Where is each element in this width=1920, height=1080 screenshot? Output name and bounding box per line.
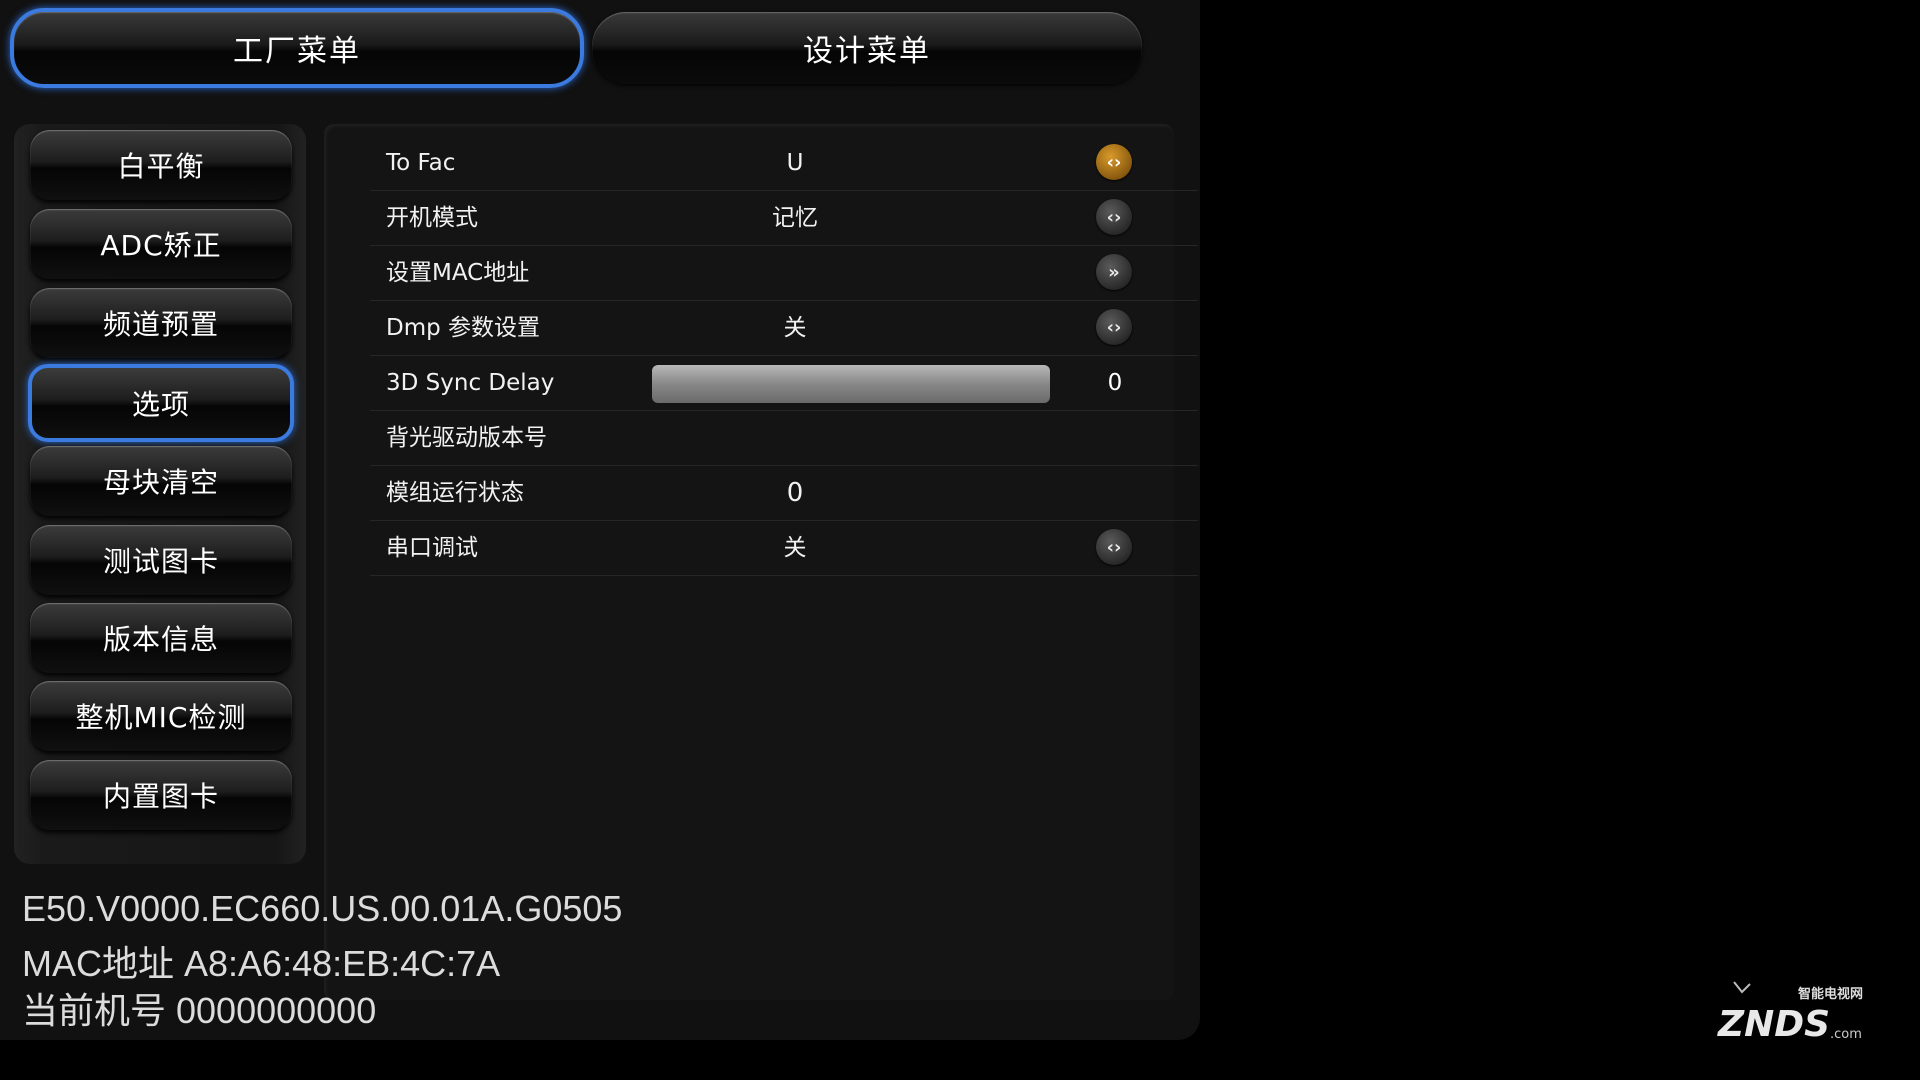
option-row-serial-debug[interactable]: 串口调试 关 ‹› — [370, 521, 1198, 576]
sidebar-item-white-balance[interactable]: 白平衡 — [30, 130, 292, 200]
option-row-backlight-driver-version: 背光驱动版本号 — [370, 411, 1198, 466]
sidebar-item-options[interactable]: 选项 — [28, 364, 294, 442]
sidebar-item-builtin-pattern[interactable]: 内置图卡 — [30, 760, 292, 830]
logo-suffix: .com — [1830, 1027, 1862, 1042]
sidebar-item-mic-test[interactable]: 整机MIC检测 — [30, 681, 292, 751]
option-label: 3D Sync Delay — [386, 370, 555, 396]
logo-brand: ZNDS — [1717, 1004, 1830, 1045]
option-row-to-fac[interactable]: To Fac U ‹› — [370, 136, 1198, 191]
option-value: 关 — [783, 315, 807, 341]
left-right-arrow-icon[interactable]: ‹› — [1096, 309, 1132, 345]
option-label: 背光驱动版本号 — [386, 425, 547, 451]
option-value: U — [786, 150, 804, 176]
option-row-power-mode[interactable]: 开机模式 记忆 ‹› — [370, 191, 1198, 246]
tab-design-menu[interactable]: 设计菜单 — [592, 12, 1142, 84]
option-label: 模组运行状态 — [386, 480, 524, 506]
option-label: Dmp 参数设置 — [386, 315, 541, 341]
sidebar-item-clear-block[interactable]: 母块清空 — [30, 446, 292, 516]
option-label: To Fac — [386, 150, 456, 176]
left-right-arrow-icon[interactable]: ‹› — [1096, 529, 1132, 565]
slider-value: 0 — [1107, 370, 1123, 396]
factory-menu-screen: 工厂菜单 设计菜单 白平衡 ADC矫正 频道预置 选项 母块清空 测试图卡 版本… — [0, 0, 1920, 1080]
tab-factory-menu[interactable]: 工厂菜单 — [10, 8, 584, 88]
machine-number-text: 当前机号 0000000000 — [22, 990, 377, 1031]
option-label: 设置MAC地址 — [386, 260, 530, 286]
option-row-dmp-settings[interactable]: Dmp 参数设置 关 ‹› — [370, 301, 1198, 356]
sidebar-item-adc-calibration[interactable]: ADC矫正 — [30, 209, 292, 279]
option-row-3d-sync-delay[interactable]: 3D Sync Delay 0 — [370, 356, 1198, 411]
firmware-version-text: E50.V0000.EC660.US.00.01A.G0505 — [22, 888, 623, 929]
option-value — [700, 246, 890, 300]
option-value: 关 — [783, 535, 807, 561]
mac-address-text: MAC地址 A8:A6:48:EB:4C:7A — [22, 943, 501, 984]
left-right-arrow-icon[interactable]: ‹› — [1096, 144, 1132, 180]
double-right-arrow-icon[interactable]: » — [1096, 254, 1132, 290]
option-label: 开机模式 — [386, 205, 478, 231]
option-row-set-mac[interactable]: 设置MAC地址 » — [370, 246, 1198, 301]
logo-subtitle: 智能电视网 — [1798, 986, 1863, 1002]
sync-delay-slider[interactable] — [652, 365, 1050, 403]
sidebar-item-channel-preset[interactable]: 频道预置 — [30, 288, 292, 358]
sidebar-item-test-pattern[interactable]: 测试图卡 — [30, 525, 292, 595]
sidebar-item-version-info[interactable]: 版本信息 — [30, 603, 292, 673]
option-value: 0 — [786, 478, 804, 508]
znds-logo: 智能电视网 ZNDS .com — [1717, 981, 1863, 1045]
left-right-arrow-icon[interactable]: ‹› — [1096, 199, 1132, 235]
option-label: 串口调试 — [386, 535, 478, 561]
option-value: 记忆 — [772, 205, 818, 231]
option-row-module-status: 模组运行状态 0 — [370, 466, 1198, 521]
option-value — [700, 411, 890, 465]
